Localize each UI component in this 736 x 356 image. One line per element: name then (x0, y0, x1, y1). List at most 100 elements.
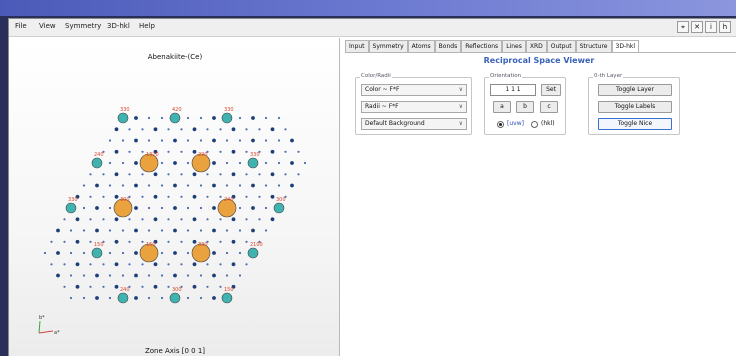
lattice-dot (238, 206, 242, 210)
lattice-dot (186, 296, 190, 300)
lattice-dot (153, 127, 158, 132)
lattice-dot (258, 218, 261, 221)
lattice-canvas[interactable]: Abenakiite-(Ce) 330 240 330 150 300 1320 420 24… (9, 38, 340, 356)
help-icon[interactable]: h (719, 21, 731, 33)
tab-lines[interactable]: Lines (502, 40, 526, 52)
axis-a-button[interactable]: a (493, 101, 511, 113)
lattice-dot (238, 184, 242, 187)
lattice-dot (186, 206, 190, 210)
toggle-labels-button[interactable]: Toggle Labels (598, 101, 672, 113)
menu-file[interactable]: File (15, 22, 27, 30)
menu-3d-hkl[interactable]: 3D-hkl (107, 22, 130, 30)
color-radii-legend: Color/Radii (360, 73, 392, 79)
toggle-layer-button[interactable]: Toggle Layer (598, 84, 672, 96)
lattice-dot (121, 184, 125, 187)
uvw-radio-label: [uvw] (507, 120, 524, 127)
lattice-dot (245, 218, 248, 221)
lattice-dot (219, 240, 222, 243)
lattice-dot (147, 229, 151, 232)
lattice-dot (245, 173, 248, 176)
menu-view[interactable]: View (39, 22, 56, 30)
lattice-dot (277, 184, 281, 187)
lattice-dot (63, 218, 66, 221)
reciprocal-lattice-viewer[interactable]: Abenakiite-(Ce) 330 240 330 150 300 1320 420 24… (9, 38, 340, 356)
lattice-dot (173, 138, 177, 143)
lattice-dot (141, 285, 144, 288)
lattice-dot (290, 161, 294, 165)
tab-structure[interactable]: Structure (575, 40, 612, 52)
tab-atoms[interactable]: Atoms (407, 40, 435, 52)
crosshair-icon[interactable]: ⌖ (677, 21, 689, 33)
medium-reflection (221, 112, 233, 124)
lattice-dot (167, 240, 170, 243)
hkl-radio[interactable] (531, 121, 538, 128)
lattice-dot (225, 184, 229, 187)
axis-c-button[interactable]: c (540, 101, 558, 113)
close-icon[interactable]: ✕ (691, 21, 703, 33)
reflection-label: 1320 (146, 152, 159, 158)
lattice-dot (251, 116, 255, 120)
lattice-dot (167, 263, 170, 266)
background-select[interactable]: Default Background ∨ (361, 118, 467, 130)
lattice-dot (212, 206, 216, 210)
lattice-dot (82, 274, 86, 277)
uvw-radio[interactable] (497, 121, 504, 128)
lattice-dot (141, 150, 144, 153)
lattice-dot (108, 251, 112, 255)
menu-help[interactable]: Help (139, 22, 155, 30)
toggle-nice-button[interactable]: Toggle Nice (598, 118, 672, 130)
lattice-dot (147, 206, 151, 210)
reflection-label: 300 (276, 197, 286, 203)
lattice-dot (258, 195, 261, 198)
lattice-dot (297, 173, 300, 176)
color-select-value: Color ~ F*F (365, 86, 400, 93)
reflection-label: 330 (198, 242, 208, 248)
lattice-dot (238, 274, 242, 277)
lattice-dot (121, 274, 125, 277)
tab-bonds[interactable]: Bonds (434, 40, 462, 52)
lattice-dot (114, 127, 119, 132)
medium-reflection (117, 292, 129, 304)
reflection-label: 240 (224, 197, 234, 203)
lattice-dot (290, 138, 294, 143)
tab-xrd[interactable]: XRD (525, 40, 547, 52)
color-select[interactable]: Color ~ F*F ∨ (361, 84, 467, 96)
tab-output[interactable]: Output (546, 40, 576, 52)
lattice-dot (75, 262, 80, 267)
info-icon[interactable]: i (705, 21, 717, 33)
lattice-dot (231, 149, 236, 154)
reflection-label: 330 (224, 107, 234, 113)
tab-underline (345, 52, 736, 53)
tab-reflections[interactable]: Reflections (461, 40, 503, 52)
hkl-input[interactable]: 1 1 1 (490, 84, 536, 96)
lattice-dot (89, 285, 92, 288)
lattice-dot (134, 183, 138, 188)
lattice-dot (212, 273, 216, 278)
menu-symmetry[interactable]: Symmetry (65, 22, 101, 30)
lattice-dot (277, 139, 281, 142)
lattice-dot (160, 161, 164, 165)
radii-select[interactable]: Radii ~ F*F ∨ (361, 101, 467, 113)
lattice-dot (180, 218, 183, 221)
lattice-dot (212, 228, 216, 233)
lattice-dot (147, 274, 151, 277)
lattice-dot (245, 195, 248, 198)
lattice-dot (89, 173, 92, 176)
lattice-dot (134, 206, 138, 210)
medium-reflection (91, 157, 103, 169)
lattice-dot (192, 194, 197, 199)
lattice-dot (206, 285, 209, 288)
lattice-dot (108, 184, 112, 187)
lattice-dot (258, 128, 261, 131)
tab-symmetry[interactable]: Symmetry (368, 40, 408, 52)
set-button[interactable]: Set (541, 84, 561, 96)
tab-input[interactable]: Input (345, 40, 369, 52)
lattice-dot (192, 262, 197, 267)
axis-b-button[interactable]: b (516, 101, 534, 113)
lattice-dot (121, 251, 125, 255)
lattice-dot (219, 128, 222, 131)
lattice-dot (277, 161, 281, 165)
lattice-dot (160, 251, 164, 255)
lattice-dot (173, 206, 177, 210)
lattice-dot (102, 173, 105, 176)
